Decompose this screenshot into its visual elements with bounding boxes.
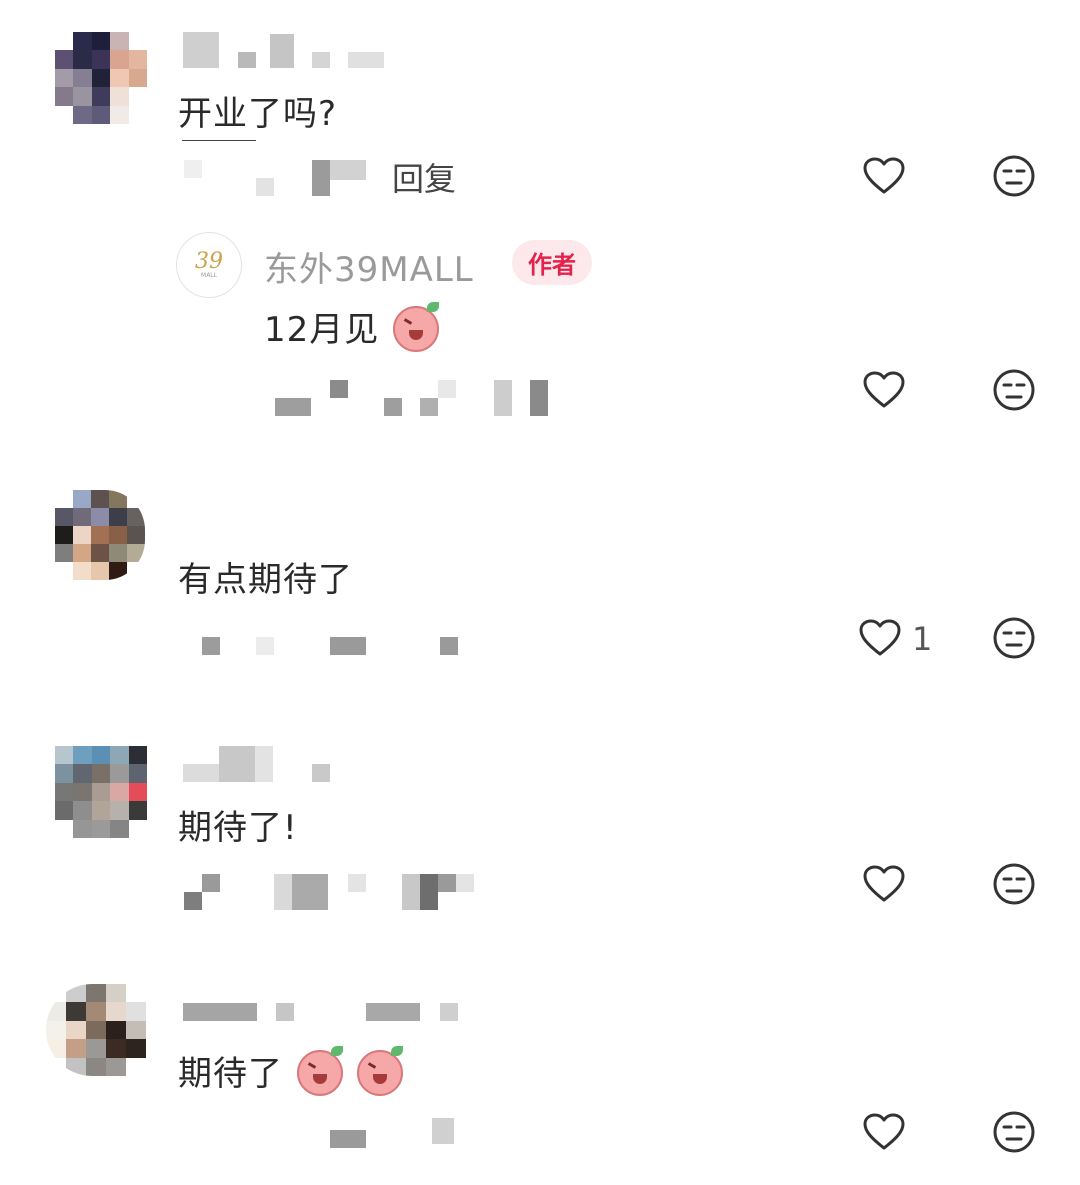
avatar[interactable]: [46, 984, 146, 1076]
comment-text: 开业了吗?: [178, 94, 338, 134]
avatar[interactable]: [55, 490, 145, 580]
like-count: 1: [912, 620, 933, 658]
like-button[interactable]: [860, 366, 908, 414]
author-avatar[interactable]: 39 MALL: [176, 232, 242, 298]
heart-icon: [859, 619, 901, 656]
comment-text: 期待了: [178, 1045, 403, 1096]
dislike-button[interactable]: [990, 366, 1038, 414]
heart-icon: [863, 371, 905, 408]
dislike-button[interactable]: [990, 614, 1038, 662]
like-button[interactable]: [860, 860, 908, 908]
dislike-button[interactable]: [990, 860, 1038, 908]
heart-icon: [863, 157, 905, 194]
comment-text: 期待了!: [178, 808, 298, 848]
dislike-button[interactable]: [990, 152, 1038, 200]
reply-text-content: 12月见: [264, 310, 380, 350]
meh-face-icon: [993, 863, 1035, 905]
laughing-pig-emoji-icon: [296, 1045, 343, 1096]
like-button[interactable]: [860, 1108, 908, 1156]
laughing-pig-emoji-icon: [356, 1045, 403, 1096]
meh-face-icon: [993, 155, 1035, 197]
author-name[interactable]: 东外39MALL: [264, 242, 474, 291]
dislike-button[interactable]: [990, 1108, 1038, 1156]
author-badge: 作者: [512, 240, 592, 285]
text-underline: [182, 140, 256, 141]
logo-subtext: MALL: [201, 271, 217, 279]
laughing-pig-emoji-icon: [393, 301, 440, 352]
comment-text: 有点期待了: [178, 560, 353, 600]
avatar[interactable]: [55, 746, 147, 838]
reply-button[interactable]: 回复: [392, 154, 456, 200]
like-button[interactable]: [856, 614, 904, 662]
reply-text: 12月见: [264, 301, 440, 352]
logo-number: 39: [195, 248, 223, 274]
heart-icon: [863, 865, 905, 902]
like-button[interactable]: [860, 152, 908, 200]
heart-icon: [863, 1113, 905, 1150]
meh-face-icon: [993, 369, 1035, 411]
meh-face-icon: [993, 1111, 1035, 1153]
comment-text-content: 期待了: [178, 1054, 283, 1094]
meh-face-icon: [993, 617, 1035, 659]
avatar[interactable]: [55, 32, 147, 124]
